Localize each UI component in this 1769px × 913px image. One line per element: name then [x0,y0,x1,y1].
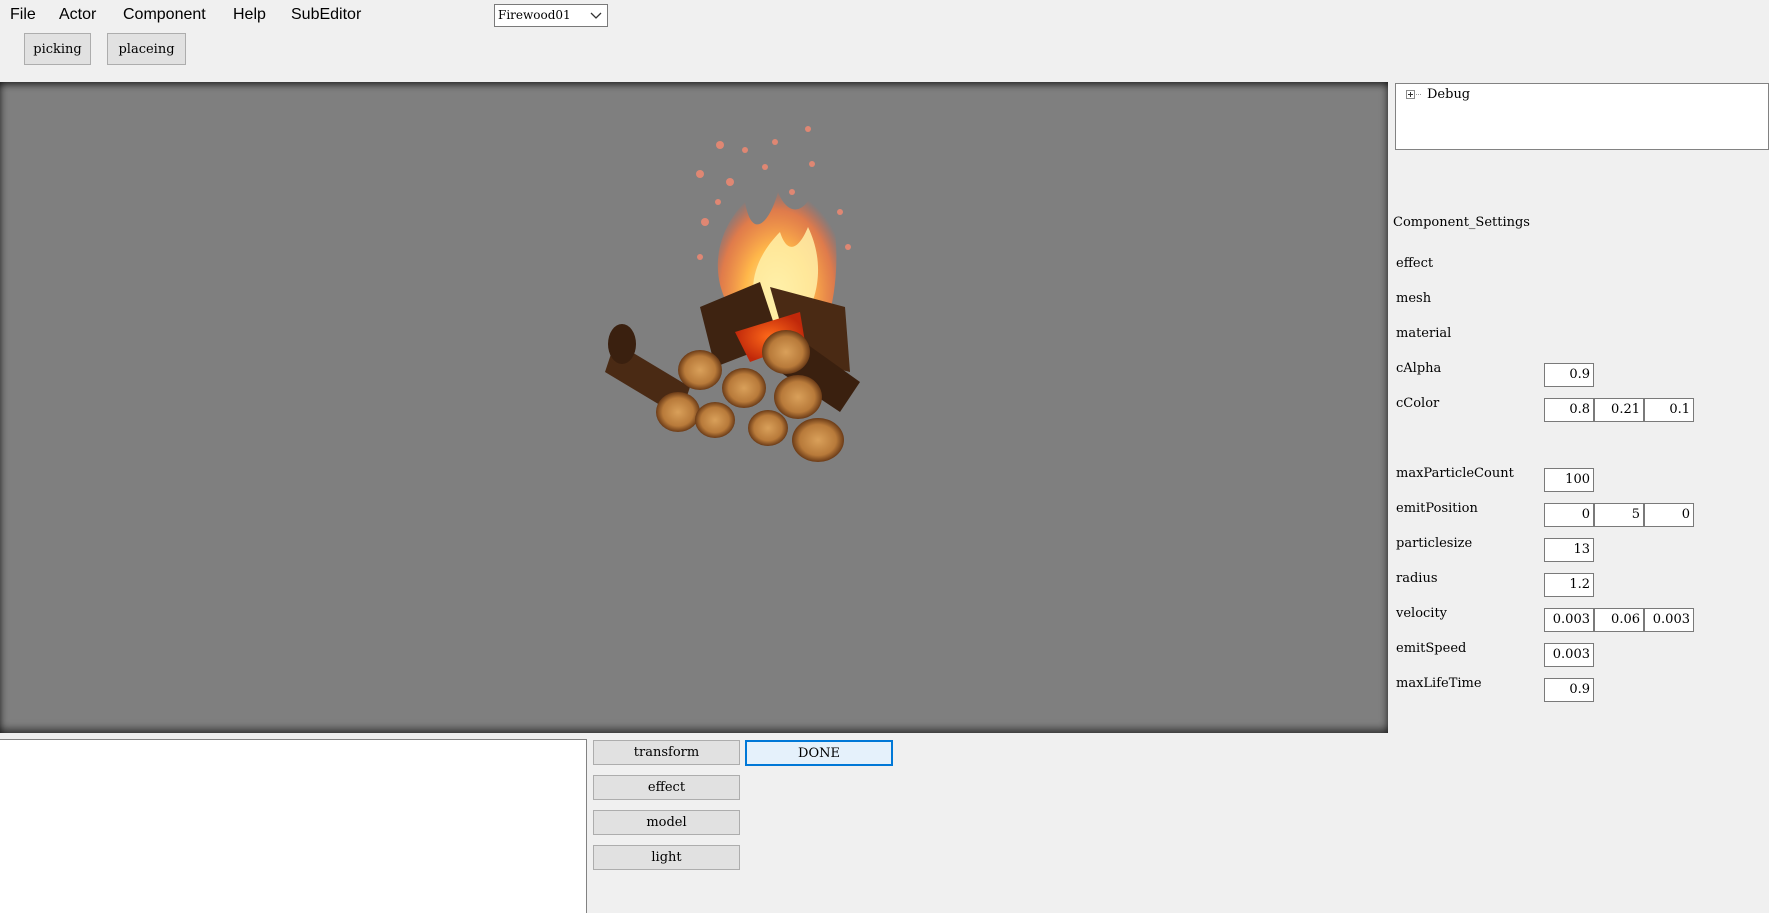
prop-maxlifetime-label: maxLifeTime [1396,676,1482,691]
model-button[interactable]: model [593,810,740,835]
scene-tree[interactable]: Debug [1395,83,1769,150]
velocity-z-field[interactable]: 0.003 [1644,608,1694,632]
transform-button[interactable]: transform [593,740,740,765]
prop-material-label: material [1396,326,1452,341]
menu-component[interactable]: Component [123,6,206,24]
calpha-field[interactable]: 0.9 [1544,363,1594,387]
campfire-render [605,126,860,462]
menu-file[interactable]: File [10,6,36,24]
emitposition-y-field[interactable]: 5 [1594,503,1644,527]
ccolor-g-field[interactable]: 0.21 [1594,398,1644,422]
component-settings-title: Component_Settings [1393,215,1530,230]
actor-select-value: Firewood01 [498,8,571,22]
light-button[interactable]: light [593,845,740,870]
output-log-panel[interactable] [0,739,587,913]
ccolor-r-field[interactable]: 0.8 [1544,398,1594,422]
emitposition-x-field[interactable]: 0 [1544,503,1594,527]
tree-node-debug[interactable]: Debug [1427,87,1470,102]
maxparticlecount-field[interactable]: 100 [1544,468,1594,492]
emitposition-z-field[interactable]: 0 [1644,503,1694,527]
placeing-button[interactable]: placeing [107,33,186,65]
emitspeed-field[interactable]: 0.003 [1544,643,1594,667]
velocity-x-field[interactable]: 0.003 [1544,608,1594,632]
menu-help[interactable]: Help [233,6,266,24]
prop-calpha-label: cAlpha [1396,361,1442,376]
prop-ccolor-label: cColor [1396,396,1440,411]
menu-bar: File Actor Component Help SubEditor Fire… [0,0,1769,30]
actor-select[interactable]: Firewood01 [494,4,608,27]
menu-actor[interactable]: Actor [59,6,96,24]
radius-field[interactable]: 1.2 [1544,573,1594,597]
prop-emitposition-label: emitPosition [1396,501,1478,516]
prop-radius-label: radius [1396,571,1438,586]
menu-subeditor[interactable]: SubEditor [291,6,361,24]
velocity-y-field[interactable]: 0.06 [1594,608,1644,632]
ccolor-b-field[interactable]: 0.1 [1644,398,1694,422]
tree-connector [1416,94,1421,95]
done-button[interactable]: DONE [745,740,893,766]
effect-button[interactable]: effect [593,775,740,800]
prop-maxparticlecount-label: maxParticleCount [1396,466,1514,481]
prop-particlesize-label: particlesize [1396,536,1473,551]
prop-effect-label: effect [1396,256,1434,271]
prop-emitspeed-label: emitSpeed [1396,641,1467,656]
chevron-down-icon [590,12,602,19]
maxlifetime-field[interactable]: 0.9 [1544,678,1594,702]
scene-viewport[interactable] [0,82,1388,733]
picking-button[interactable]: picking [24,33,91,65]
prop-mesh-label: mesh [1396,291,1432,306]
particlesize-field[interactable]: 13 [1544,538,1594,562]
prop-velocity-label: velocity [1396,606,1448,621]
plus-box-icon[interactable] [1406,90,1415,99]
